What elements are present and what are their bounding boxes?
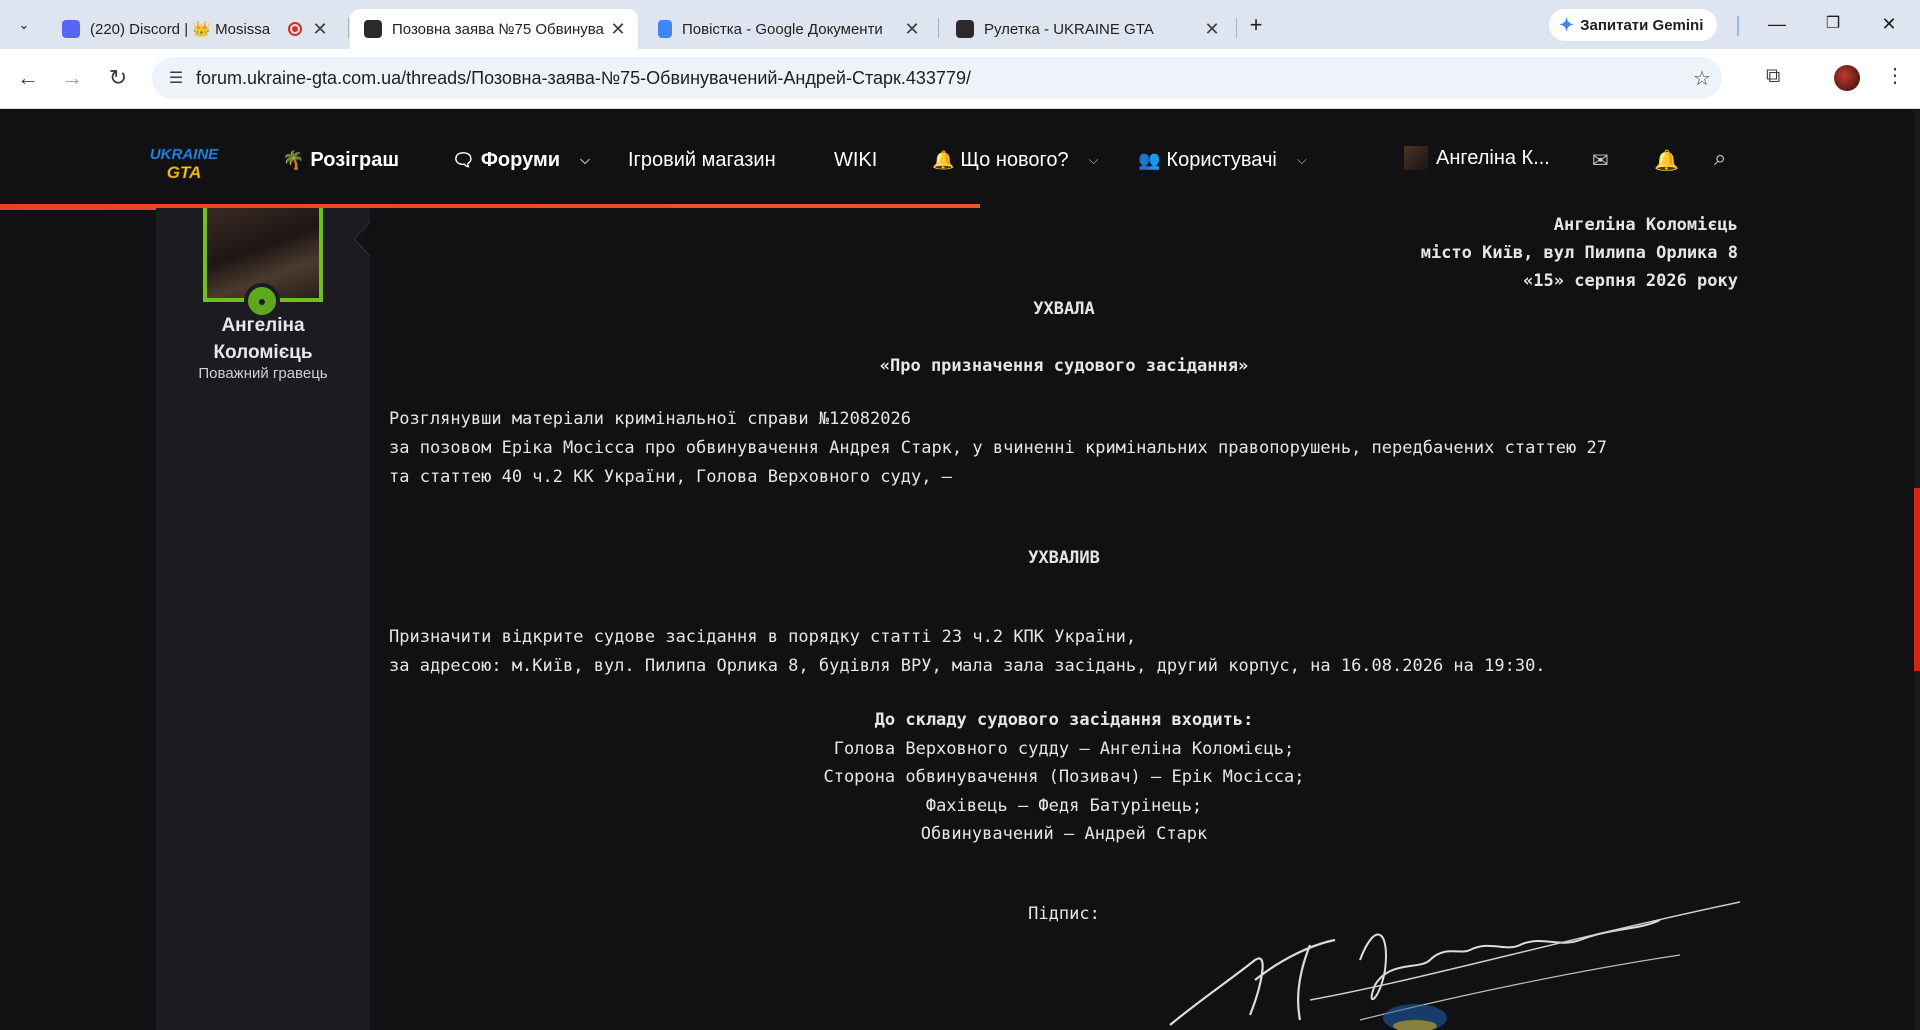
tab-lawsuit[interactable]: Позовна заява №75 Обвинува ✕ [350,9,638,49]
extensions-puzzle-icon[interactable]: ⧉ [1766,65,1780,88]
current-user-avatar [1404,146,1428,170]
nav-users-label: Користувачі [1166,148,1277,171]
tab-google-docs[interactable]: Повістка - Google Документи ✕ [644,9,932,49]
browser-menu-dots-icon[interactable]: ⋮ [1885,63,1905,88]
doc-intro-line: Розглянувши матеріали кримінальної справ… [389,409,911,429]
author-name-line2: Коломієць [213,342,313,363]
nav-forums-label: Форуми [480,148,561,171]
nav-shop-label: Ігровий магазин [628,148,776,171]
logo-text-top: UKRAINE [150,146,219,163]
browser-toolbar: ← → ↻ ☰ forum.ukraine-gta.com.ua/threads… [0,49,1920,109]
nav-giveaway-label: Розіграш [310,148,400,171]
url-text[interactable]: forum.ukraine-gta.com.ua/threads/Позовна… [196,68,1682,89]
tab-separator [938,18,939,38]
tab-roulette[interactable]: Рулетка - UKRAINE GTA ✕ [942,9,1232,49]
doc-subject: «Про призначення судового засідання» [879,356,1249,376]
new-tab-plus-icon[interactable]: + [1242,12,1270,40]
tab-separator [348,18,349,38]
gemini-separator [1737,16,1739,36]
ask-gemini-button[interactable]: ✦ Запитати Gemini [1549,9,1718,41]
doc-composition-item: Голова Верховного судду – Ангеліна Колом… [833,739,1295,759]
forward-arrow-icon[interactable]: → [58,65,86,93]
doc-intro-line: та статтею 40 ч.2 КК України, Голова Вер… [389,467,952,487]
search-magnifier-icon[interactable]: ⌕ [1714,145,1726,171]
back-arrow-icon[interactable]: ← [14,65,42,93]
doc-header-name: Ангеліна Коломієць [1553,215,1738,235]
doc-heading: УХВАЛА [1033,299,1095,319]
tab-search-chevron-icon[interactable]: ⌄ [8,11,40,39]
tab-title: Позовна заява №75 Обвинува [392,20,604,38]
close-tab-icon[interactable]: ✕ [1202,19,1222,40]
logo-text-bottom: GTA [167,163,202,182]
current-user-menu[interactable]: Ангеліна К... [1404,146,1550,170]
close-tab-icon[interactable]: ✕ [608,19,628,40]
restore-icon[interactable]: ❐ [1810,10,1856,40]
ukraine-gta-favicon-icon [956,20,974,38]
doc-intro-line: за позовом Еріка Мосісса про обвинувачен… [389,438,1607,458]
tab-separator [1236,18,1237,38]
nav-wiki[interactable]: WIKI [834,148,877,172]
post-arrow-notch [352,220,372,258]
site-info-tune-icon[interactable]: ☰ [156,68,196,88]
tab-title: (220) Discord | 👑 Mosissa [90,21,271,38]
doc-composition-item: Фахівець – Федя Батурінець; [925,796,1203,816]
nav-forums[interactable]: 🗨 Форуми ⌵ [452,148,590,172]
gemini-sparkle-icon: ✦ [1559,14,1575,35]
site-header: UKRAINE GTA 🌴 Розіграш 🗨 Форуми ⌵ Ігрови… [0,110,1914,210]
post-author-title: Поважний гравець [198,365,328,382]
mail-envelope-icon[interactable]: ✉ [1592,148,1609,173]
doc-composition-item: Сторона обвинувачення (Позивач) – Ерік М… [823,767,1305,787]
handwritten-signature-image [1169,901,1740,1030]
gemini-label: Запитати Gemini [1580,16,1704,34]
doc-header-date: «15» серпня 2026 року [1523,271,1738,291]
doc-decision-line: Призначити відкрите судове засідання в п… [389,627,1137,647]
doc-header-address: місто Київ, вул Пилипа Орлика 8 [1420,243,1738,263]
tab-title: Рулетка - UKRAINE GTA [984,20,1154,38]
recording-icon [288,22,302,36]
author-name-line1: Ангеліна [221,315,305,336]
nav-whats-new-label: Що нового? [960,148,1069,171]
nav-giveaway[interactable]: 🌴 Розіграш [282,148,399,172]
palm-tree-icon: 🌴 [282,149,305,170]
chat-bubble-icon: 🗨 [452,149,475,170]
discord-favicon-icon [62,20,80,38]
doc-decision-line: за адресою: м.Київ, вул. Пилипа Орлика 8… [389,656,1546,676]
page-scrollbar-thumb[interactable] [1914,488,1920,671]
notification-bell-icon[interactable]: 🔔 [1654,148,1679,173]
minimize-icon[interactable]: — [1754,10,1800,40]
current-user-name: Ангеліна К... [1436,146,1550,169]
users-group-icon: 👥 [1138,149,1161,170]
tab-discord[interactable]: (220) Discord | 👑 Mosissa ✕ [48,9,340,49]
nav-wiki-label: WIKI [834,148,878,171]
browser-tab-strip: ⌄ (220) Discord | 👑 Mosissa ✕ Позовна за… [0,0,1920,49]
close-tab-icon[interactable]: ✕ [902,19,922,40]
chevron-down-icon[interactable]: ⌵ [1297,152,1307,168]
bookmark-star-icon[interactable]: ☆ [1682,66,1722,91]
google-docs-favicon-icon [658,20,672,38]
ukraine-gta-logo[interactable]: UKRAINE GTA [146,142,222,184]
nav-users[interactable]: 👥 Користувачі ⌵ [1138,148,1307,172]
close-window-icon[interactable]: ✕ [1866,10,1912,40]
nav-shop[interactable]: Ігровий магазин [628,148,776,172]
doc-composition-item: Обвинувачений – Андрей Старк [920,824,1208,844]
tab-title: Повістка - Google Документи [682,20,883,38]
profile-avatar[interactable] [1834,65,1860,91]
post-author-name[interactable]: Ангеліна Коломієць [160,312,366,366]
close-tab-icon[interactable]: ✕ [310,19,330,40]
bell-icon: 🔔 [932,149,955,170]
reload-icon[interactable]: ↻ [104,65,132,93]
address-bar[interactable]: ☰ forum.ukraine-gta.com.ua/threads/Позов… [152,57,1722,99]
ukraine-gta-favicon-icon [364,20,382,38]
doc-decision-heading: УХВАЛИВ [1028,548,1100,568]
doc-composition-heading: До складу судового засідання входить: [874,710,1254,730]
chevron-down-icon[interactable]: ⌵ [580,152,590,168]
nav-whats-new[interactable]: 🔔 Що нового? ⌵ [932,148,1099,172]
chevron-down-icon[interactable]: ⌵ [1089,152,1099,168]
